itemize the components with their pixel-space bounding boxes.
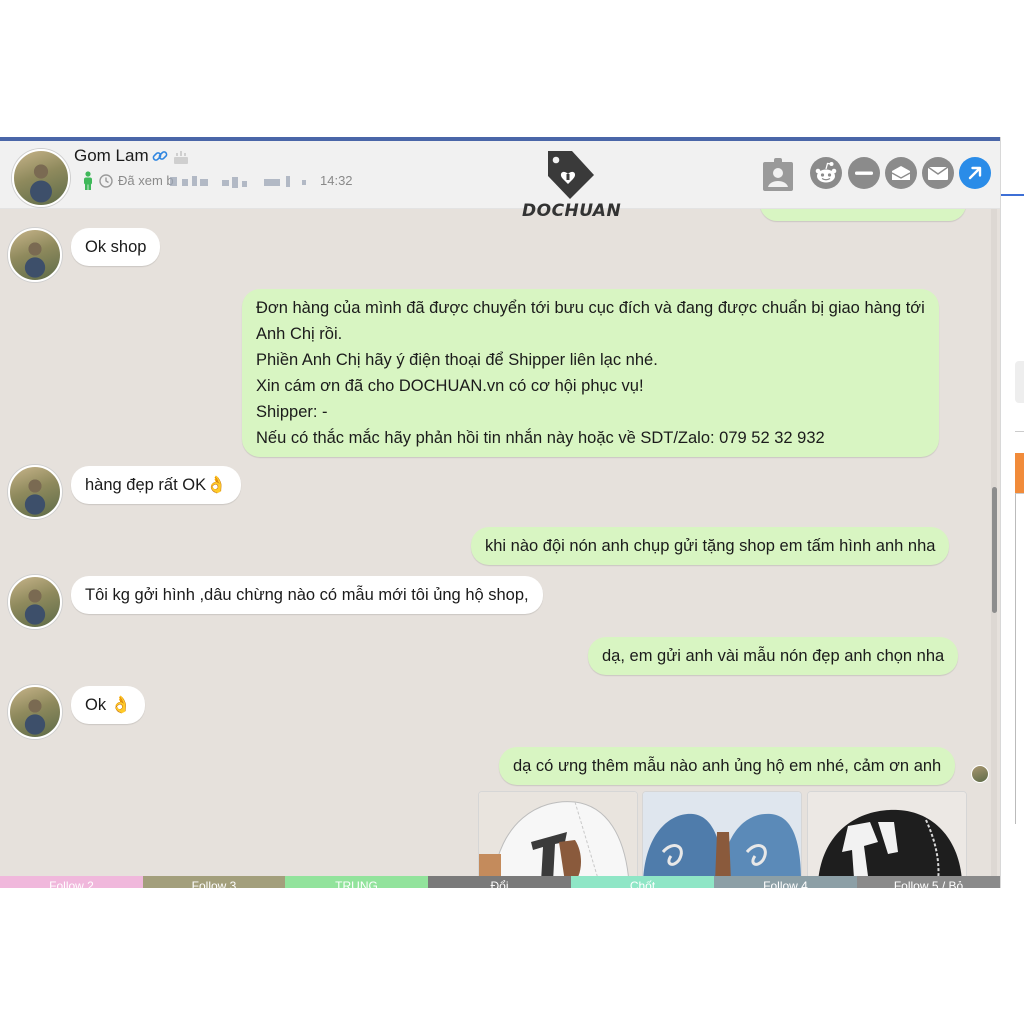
tab-doi[interactable]: Đổi xyxy=(428,876,571,888)
mail-icon xyxy=(927,166,949,180)
message-outgoing[interactable]: dạ, em gửi anh vài mẫu nón đẹp anh chọn … xyxy=(588,637,959,675)
cap-photo xyxy=(479,792,637,876)
contact-name[interactable]: Gom Lam xyxy=(74,146,149,166)
message-incoming[interactable]: Ok shop xyxy=(71,228,161,266)
reddit-button[interactable] xyxy=(810,157,842,189)
reddit-icon xyxy=(815,162,837,183)
contact-card-icon[interactable] xyxy=(762,158,794,192)
chat-window: Gom Lam Đã xem b 14:32 DOCHUAN Ok shop Đ… xyxy=(0,137,1024,888)
side-panel xyxy=(1000,137,1024,888)
seen-avatar xyxy=(971,765,989,783)
message-avatar[interactable] xyxy=(8,575,62,629)
seen-label: Đã xem b xyxy=(118,173,174,188)
photo-denim-cap[interactable] xyxy=(642,791,802,876)
cake-icon xyxy=(174,151,188,164)
minus-icon xyxy=(855,171,873,175)
tab-follow-5[interactable]: Follow 5 / Bỏ xyxy=(857,876,1000,888)
photo-black-cap[interactable] xyxy=(807,791,967,876)
message-outgoing[interactable]: khi nào đội nón anh chụp gửi tặng shop e… xyxy=(471,527,950,565)
inbox-button[interactable] xyxy=(885,157,917,189)
message-line: Đơn hàng của mình đã được chuyển tới bưu… xyxy=(256,299,925,317)
message-bubble-cut-off xyxy=(760,209,966,221)
message-avatar[interactable] xyxy=(8,228,62,282)
shop-logo: DOCHUAN xyxy=(522,145,622,225)
clock-icon xyxy=(99,174,113,188)
message-incoming[interactable]: hàng đẹp rất OK👌 xyxy=(71,466,241,504)
message-line: Phiền Anh Chị hãy ý điện thoại để Shippe… xyxy=(256,351,658,369)
seen-time: 14:32 xyxy=(320,173,353,188)
side-accent-line xyxy=(1001,194,1024,196)
message-avatar[interactable] xyxy=(8,685,62,739)
mail-button[interactable] xyxy=(922,157,954,189)
tab-chot[interactable]: Chốt xyxy=(571,876,714,888)
tab-follow-4[interactable]: Follow 4 xyxy=(714,876,857,888)
inbox-icon xyxy=(891,166,911,180)
message-incoming[interactable]: Ok 👌 xyxy=(71,686,146,724)
message-incoming[interactable]: Tôi kg gởi hình ,dâu chừng nào có mẫu mớ… xyxy=(71,576,543,614)
message-outgoing[interactable]: dạ có ưng thêm mẫu nào anh ủng hộ em nhé… xyxy=(499,747,956,785)
message-line: Xin cám ơn đã cho DOCHUAN.vn có cơ hội p… xyxy=(256,377,644,395)
message-line: Nếu có thắc mắc hãy phản hồi tin nhắn nà… xyxy=(256,429,825,447)
open-external-icon xyxy=(968,166,982,180)
side-outline-box xyxy=(1015,493,1024,824)
side-gray-box xyxy=(1015,361,1024,403)
tab-trung[interactable]: TRUNG xyxy=(285,876,428,888)
photo-white-cap[interactable] xyxy=(478,791,638,876)
tab-follow-2[interactable]: Follow 2 xyxy=(0,876,143,888)
message-avatar[interactable] xyxy=(8,465,62,519)
minimize-button[interactable] xyxy=(848,157,880,189)
message-list[interactable]: Ok shop Đơn hàng của mình đã được chuyển… xyxy=(0,209,1000,876)
person-icon xyxy=(84,171,92,190)
tab-follow-3[interactable]: Follow 3 xyxy=(143,876,285,888)
cap-photo xyxy=(808,792,966,876)
contact-avatar[interactable] xyxy=(12,149,70,207)
scrollbar-thumb[interactable] xyxy=(992,487,997,613)
side-orange-tab[interactable] xyxy=(1015,453,1024,493)
cap-photo xyxy=(643,792,801,876)
label-tabs: Follow 2 Follow 3 TRUNG Đổi Chốt Follow … xyxy=(0,876,1000,888)
side-divider xyxy=(1015,431,1024,432)
message-line: Anh Chị rồi. xyxy=(256,325,343,343)
message-line: Shipper: - xyxy=(256,403,328,421)
message-outgoing-multiline[interactable]: Đơn hàng của mình đã được chuyển tới bưu… xyxy=(242,289,939,457)
open-external-button[interactable] xyxy=(959,157,991,189)
chat-header: Gom Lam Đã xem b 14:32 xyxy=(0,141,1000,209)
redacted-text xyxy=(170,173,310,189)
logo-text: DOCHUAN xyxy=(522,201,622,221)
price-tag-icon xyxy=(548,151,594,199)
link-icon[interactable] xyxy=(152,148,168,164)
